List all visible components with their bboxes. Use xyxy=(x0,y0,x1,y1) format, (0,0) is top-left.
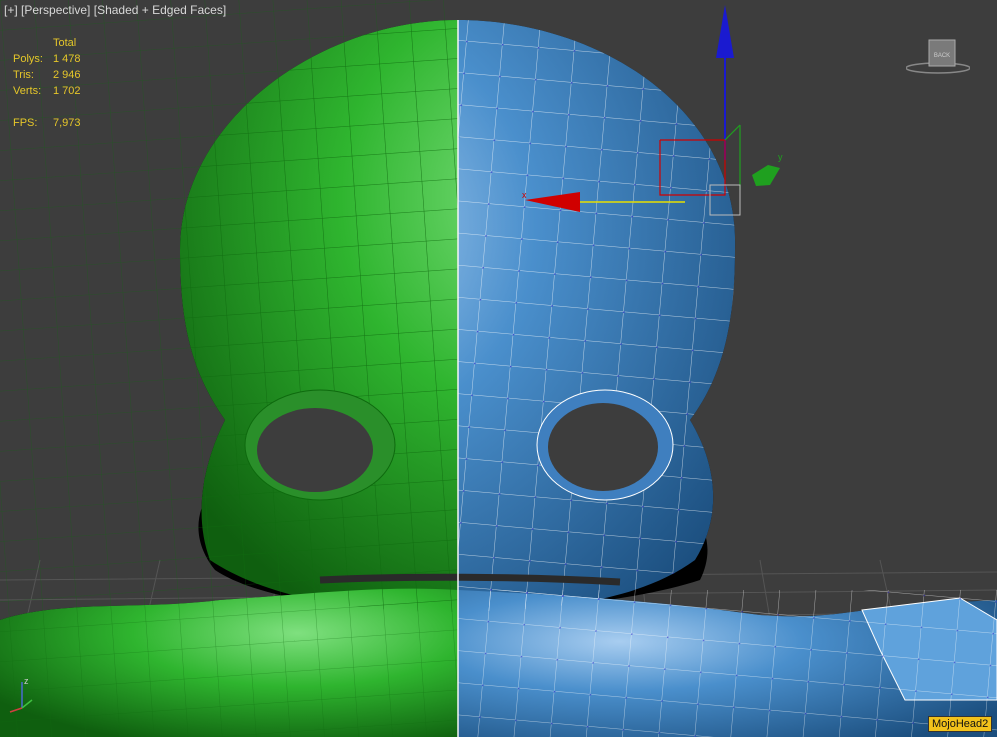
viewcube-face-label: BACK xyxy=(934,53,950,59)
stats-verts: Verts: 1 702 xyxy=(13,85,81,97)
scene-statistics: Total Polys: 1 478 Tris: 2 946 Verts: 1 702… xyxy=(13,35,81,131)
object-name-label: MojoHead2 xyxy=(928,716,993,732)
viewport-shading-button[interactable]: [Shaded + Edged Faces] xyxy=(94,3,226,17)
stats-polys: Polys: 1 478 xyxy=(13,53,81,65)
stats-header: Total xyxy=(53,37,77,49)
gizmo-x-label: x xyxy=(522,190,527,200)
viewport-label: [+] [Perspective] [Shaded + Edged Faces] xyxy=(4,3,226,17)
gizmo-y-label: y xyxy=(778,152,783,162)
stats-fps: FPS: 7,973 xyxy=(13,117,81,129)
viewcube-icon[interactable]: BACK xyxy=(906,38,970,74)
viewport-perspective[interactable]: x y z [+] [Perspective] [Shaded + Edged … xyxy=(0,0,997,737)
eye-socket-left xyxy=(244,389,396,501)
viewport-menu-button[interactable]: [+] xyxy=(4,3,18,17)
stats-tris: Tris: 2 946 xyxy=(13,69,81,81)
viewport-view-button[interactable]: [Perspective] xyxy=(21,3,90,17)
scene-canvas[interactable]: x y z xyxy=(0,0,997,737)
eye-socket-right xyxy=(536,389,674,501)
axis-z-label: z xyxy=(24,676,29,686)
